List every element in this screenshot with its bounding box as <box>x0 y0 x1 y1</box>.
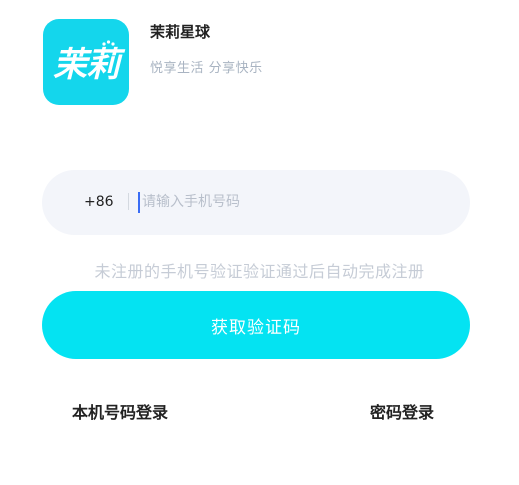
app-logo-text: 茉莉 <box>53 45 120 85</box>
divider <box>128 193 129 210</box>
registration-notice: 未注册的手机号验证验证通过后自动完成注册 <box>94 262 425 281</box>
country-code[interactable]: +86 <box>84 192 114 212</box>
one-click-login-link[interactable]: 本机号码登录 <box>72 402 168 424</box>
phone-input-field[interactable]: +86 <box>42 170 470 235</box>
text-caret <box>138 192 140 213</box>
phone-number-input[interactable] <box>142 190 442 214</box>
get-verification-code-button[interactable]: 获取验证码 <box>42 291 470 359</box>
password-login-link[interactable]: 密码登录 <box>370 402 434 424</box>
app-slogan: 悦享生活 分享快乐 <box>150 61 263 76</box>
app-name: 茉莉星球 <box>150 23 211 41</box>
sparkle-icon <box>102 40 115 46</box>
app-logo: 茉莉 <box>43 19 129 105</box>
